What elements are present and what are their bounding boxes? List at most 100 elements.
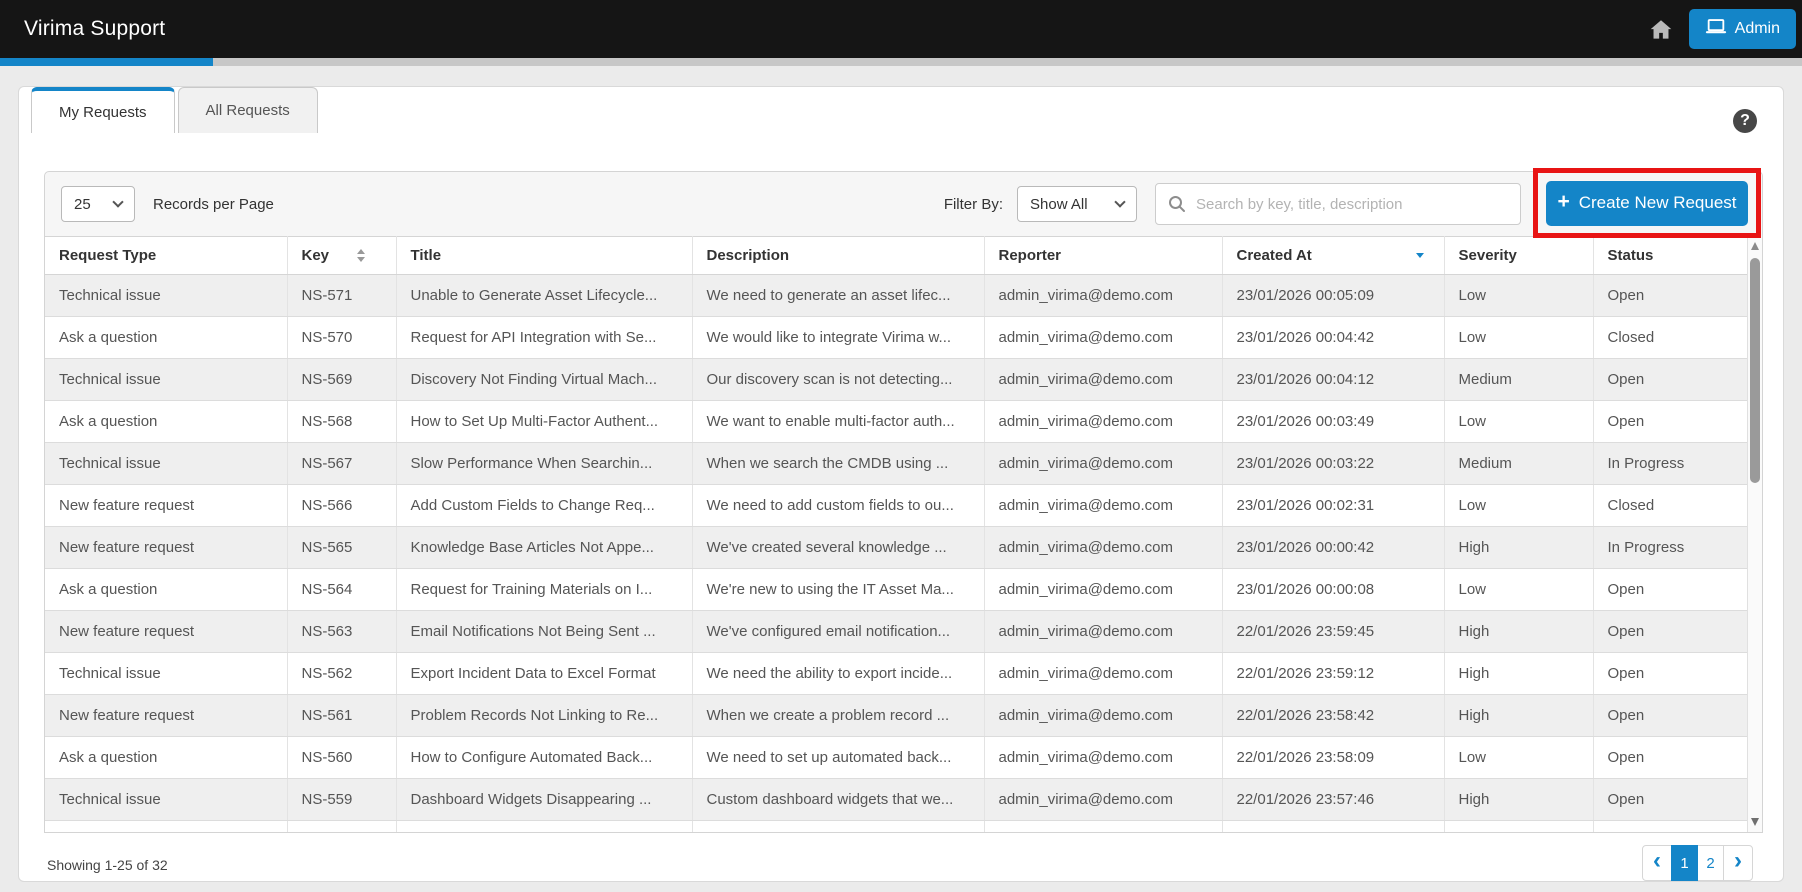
scroll-up-icon[interactable]: [1751, 242, 1759, 250]
column-header-reporter[interactable]: Reporter: [984, 237, 1222, 275]
table-row[interactable]: New feature requestNS-563Email Notificat…: [45, 611, 1747, 653]
chevron-right-icon: ›: [1734, 847, 1742, 875]
table-cell: Open: [1593, 569, 1747, 611]
column-label: Key: [302, 247, 330, 264]
filter-by-label: Filter By:: [944, 196, 1003, 213]
column-header-title[interactable]: Title: [396, 237, 692, 275]
top-navbar: Virima Support Admin: [0, 0, 1802, 58]
table-cell: 23/01/2026 00:00:08: [1222, 569, 1444, 611]
scroll-down-icon[interactable]: [1751, 818, 1759, 826]
help-icon[interactable]: ?: [1733, 109, 1757, 133]
table-row[interactable]: Ask a questionNS-570Request for API Inte…: [45, 317, 1747, 359]
search-input[interactable]: [1155, 183, 1521, 225]
column-header-status[interactable]: Status: [1593, 237, 1747, 275]
table-row[interactable]: Technical issueNS-569Discovery Not Findi…: [45, 359, 1747, 401]
table-cell: Medium: [1444, 443, 1593, 485]
table-cell: admin_virima@demo.com: [984, 275, 1222, 317]
table-cell: admin_virima@demo.com: [984, 317, 1222, 359]
table-cell: Open: [1593, 695, 1747, 737]
pagination-page-1[interactable]: 1: [1671, 845, 1698, 881]
table-cell: New feature request: [45, 611, 287, 653]
table-cell: In Progress: [1593, 443, 1747, 485]
table-row[interactable]: Technical issueNS-571Unable to Generate …: [45, 275, 1747, 317]
table-cell: admin_virima@demo.com: [984, 653, 1222, 695]
column-header-description[interactable]: Description: [692, 237, 984, 275]
table-cell: Problem Records Not Linking to Re...: [396, 695, 692, 737]
pagination: ‹ 1 2 ›: [1643, 845, 1753, 881]
table-cell: When we search the CMDB using ...: [692, 443, 984, 485]
sort-both-icon[interactable]: [357, 249, 365, 262]
navbar-accent-blue: [0, 58, 213, 66]
requests-panel: 25 Records per Page Filter By: Show All: [44, 171, 1763, 833]
table-cell: New feature request: [45, 695, 287, 737]
table-cell: Open: [1593, 359, 1747, 401]
table-row[interactable]: New feature requestNS-566Add Custom Fiel…: [45, 485, 1747, 527]
table-row[interactable]: Technical issueNS-562Export Incident Dat…: [45, 653, 1747, 695]
table-cell: Add Custom Fields to Change Req...: [396, 485, 692, 527]
table-scrollbar[interactable]: [1747, 236, 1762, 832]
table-cell: New feature request: [45, 485, 287, 527]
table-cell: 22/01/2026 23:58:42: [1222, 695, 1444, 737]
table-row[interactable]: Ask a questionNS-560How to Configure Aut…: [45, 737, 1747, 779]
table-cell: In Progress: [1593, 527, 1747, 569]
admin-button[interactable]: Admin: [1689, 9, 1796, 49]
table-cell: Custom dashboard widgets that we...: [692, 779, 984, 821]
home-icon[interactable]: [1648, 17, 1674, 43]
column-header-request-type[interactable]: Request Type: [45, 237, 287, 275]
pagination-next-button[interactable]: ›: [1723, 845, 1753, 881]
filter-select[interactable]: Show All: [1017, 186, 1137, 222]
create-new-request-button[interactable]: + Create New Request: [1546, 181, 1748, 226]
tab-my-requests[interactable]: My Requests: [31, 87, 175, 133]
table-cell: 23/01/2026 00:03:49: [1222, 401, 1444, 443]
table-cell: Email Notifications Not Being Sent ...: [396, 611, 692, 653]
pagination-prev-button[interactable]: ‹: [1642, 845, 1672, 881]
table-cell: We're new to using the IT Asset Ma...: [692, 569, 984, 611]
table-cell: Slow Performance When Searchin...: [396, 443, 692, 485]
table-cell: admin_virima@demo.com: [984, 359, 1222, 401]
table-cell: High: [1444, 653, 1593, 695]
table-row[interactable]: New feature requestNS-561Problem Records…: [45, 695, 1747, 737]
table-row[interactable]: Technical issueNS-567Slow Performance Wh…: [45, 443, 1747, 485]
table-cell: [1222, 821, 1444, 833]
pagination-page-2[interactable]: 2: [1697, 845, 1724, 881]
table-cell: NS-566: [287, 485, 396, 527]
scrollbar-thumb[interactable]: [1750, 258, 1760, 483]
table-cell: 23/01/2026 00:05:09: [1222, 275, 1444, 317]
table-row[interactable]: Ask a questionNS-564Request for Training…: [45, 569, 1747, 611]
column-header-created-at[interactable]: Created At: [1222, 237, 1444, 275]
table-cell: NS-569: [287, 359, 396, 401]
table-row[interactable]: New feature requestNS-565Knowledge Base …: [45, 527, 1747, 569]
table-cell: High: [1444, 527, 1593, 569]
table-cell: We've created several knowledge ...: [692, 527, 984, 569]
filter-select-value: Show All: [1030, 196, 1088, 213]
table-cell: We need to add custom fields to ou...: [692, 485, 984, 527]
table-cell: Technical issue: [45, 779, 287, 821]
table-cell: NS-568: [287, 401, 396, 443]
navbar-accent-strip: [0, 58, 1802, 66]
table-cell: NS-559: [287, 779, 396, 821]
table-row[interactable]: Technical issueNS-559Dashboard Widgets D…: [45, 779, 1747, 821]
search-box: [1155, 183, 1521, 225]
table-row[interactable]: Ask a questionNS-568How to Set Up Multi-…: [45, 401, 1747, 443]
column-header-severity[interactable]: Severity: [1444, 237, 1593, 275]
table-body: Technical issueNS-571Unable to Generate …: [45, 275, 1747, 833]
column-header-key[interactable]: Key: [287, 237, 396, 275]
app-title: Virima Support: [24, 17, 165, 41]
table-cell: admin_virima@demo.com: [984, 569, 1222, 611]
tab-all-requests[interactable]: All Requests: [178, 87, 318, 133]
page-size-select[interactable]: 25: [61, 186, 135, 222]
table-cell: Our discovery scan is not detecting...: [692, 359, 984, 401]
tab-all-requests-label: All Requests: [206, 102, 290, 119]
chevron-down-icon: [112, 196, 123, 207]
toolbar-right-group: Filter By: Show All: [944, 183, 1521, 225]
table-cell: NS-563: [287, 611, 396, 653]
requests-table-container: Request Type Key Title: [45, 236, 1762, 832]
table-cell: NS-562: [287, 653, 396, 695]
table-cell: [45, 821, 287, 833]
table-cell: Knowledge Base Articles Not Appe...: [396, 527, 692, 569]
search-icon: [1167, 194, 1187, 219]
annotation-red-box: + Create New Request: [1533, 168, 1761, 238]
table-cell: Technical issue: [45, 443, 287, 485]
table-cell: How to Configure Automated Back...: [396, 737, 692, 779]
table-cell: High: [1444, 695, 1593, 737]
